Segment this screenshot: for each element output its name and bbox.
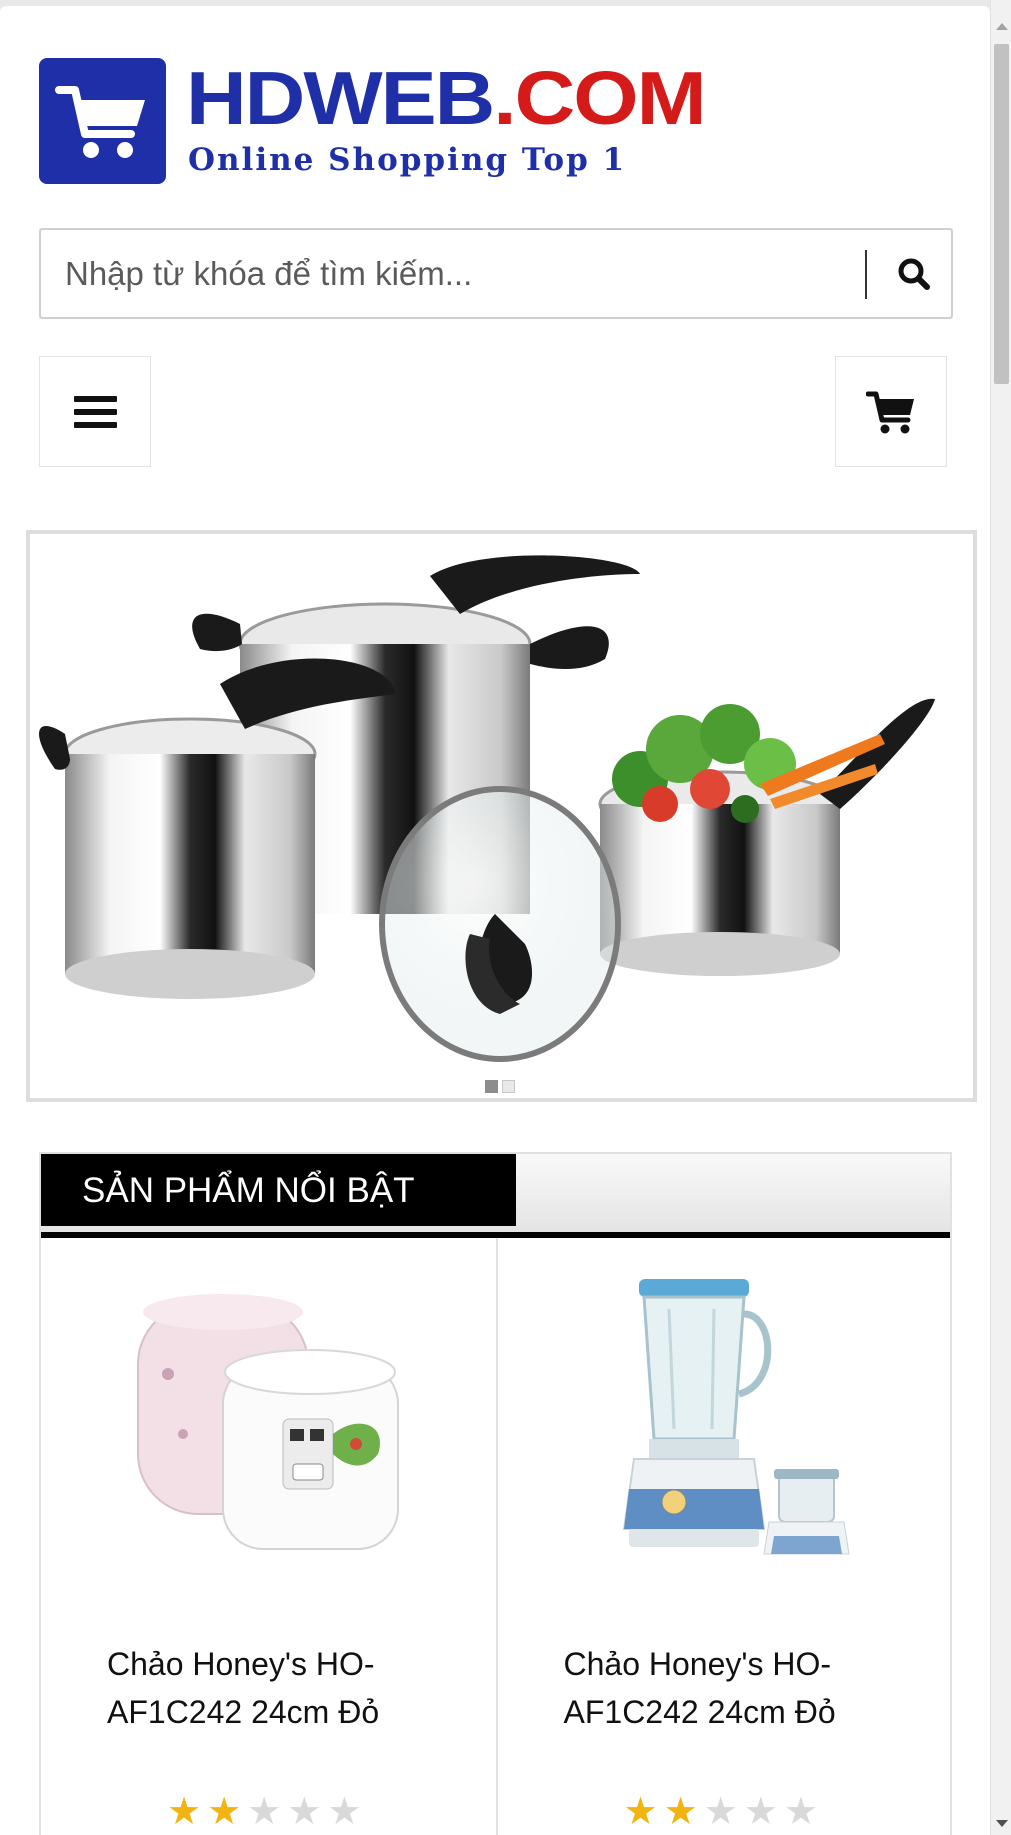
rice-cooker-image: [137, 1294, 400, 1550]
logo-word-part2: .COM: [493, 55, 706, 141]
featured-products-section: SẢN PHẨM NỔI BẬT Chảo Honey's HO-AF1C242…: [39, 1152, 952, 1835]
product-name[interactable]: Chảo Honey's HO-AF1C242 24cm Đỏ: [564, 1640, 904, 1736]
star-empty-icon: ★: [247, 1789, 282, 1833]
logo-wordmark: HDWEB.COM: [186, 60, 707, 136]
search-icon: [898, 258, 930, 290]
slider-dots: [485, 1080, 515, 1093]
shopping-cart-icon: [39, 58, 166, 184]
hero-slider[interactable]: [26, 530, 977, 1102]
search-bar: [39, 228, 953, 319]
product-rating: ★ ★ ★ ★ ★: [624, 1792, 818, 1830]
star-empty-icon: ★: [287, 1789, 322, 1833]
product-card[interactable]: Chảo Honey's HO-AF1C242 24cm Đỏ ★ ★ ★ ★ …: [41, 1238, 496, 1835]
star-empty-icon: ★: [743, 1789, 778, 1833]
search-divider: [865, 250, 867, 299]
cart-button[interactable]: [835, 356, 947, 467]
page: HDWEB.COM Online Shopping Top 1 Nhập từ …: [0, 6, 990, 1835]
star-empty-icon: ★: [783, 1789, 818, 1833]
logo-word-part1: HDWEB: [186, 55, 495, 141]
featured-header: SẢN PHẨM NỔI BẬT: [41, 1154, 950, 1238]
product-image[interactable]: [41, 1264, 496, 1584]
logo-tagline: Online Shopping Top 1: [188, 142, 627, 178]
hamburger-menu-icon: [73, 389, 117, 435]
star-filled-icon: ★: [167, 1789, 202, 1833]
search-button[interactable]: [877, 230, 951, 317]
star-filled-icon: ★: [663, 1789, 698, 1833]
blender-image: [622, 1279, 850, 1555]
scrollbar-thumb[interactable]: [994, 44, 1009, 384]
scroll-down-arrow-icon[interactable]: [991, 1811, 1011, 1835]
vertical-scrollbar[interactable]: [990, 0, 1011, 1835]
star-filled-icon: ★: [207, 1789, 242, 1833]
product-image[interactable]: [498, 1264, 951, 1584]
slider-dot-1[interactable]: [485, 1080, 498, 1093]
site-logo[interactable]: HDWEB.COM Online Shopping Top 1: [39, 58, 707, 184]
product-name[interactable]: Chảo Honey's HO-AF1C242 24cm Đỏ: [107, 1640, 447, 1736]
product-card[interactable]: Chảo Honey's HO-AF1C242 24cm Đỏ ★ ★ ★ ★ …: [495, 1238, 951, 1835]
scroll-up-arrow-icon[interactable]: [991, 14, 1011, 38]
menu-button[interactable]: [39, 356, 151, 467]
section-title: SẢN PHẨM NỔI BẬT: [41, 1154, 516, 1226]
search-input[interactable]: [65, 230, 885, 317]
star-filled-icon: ★: [623, 1789, 658, 1833]
slider-dot-2[interactable]: [502, 1080, 515, 1093]
product-rating: ★ ★ ★ ★ ★: [167, 1792, 361, 1830]
star-empty-icon: ★: [703, 1789, 738, 1833]
cookware-banner-image: [38, 555, 935, 1062]
product-grid: Chảo Honey's HO-AF1C242 24cm Đỏ ★ ★ ★ ★ …: [41, 1238, 950, 1835]
cart-icon: [866, 391, 914, 433]
star-empty-icon: ★: [327, 1789, 362, 1833]
